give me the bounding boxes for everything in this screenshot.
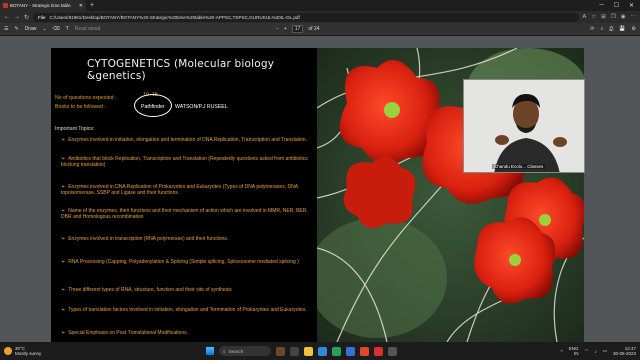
topic-item: ➢ Three different types of RNA, structure… — [61, 287, 232, 293]
book-pathfinder: Pathfinder — [141, 104, 165, 110]
more-icon[interactable]: ⋯ — [631, 14, 637, 20]
search-placeholder: Search — [228, 348, 244, 354]
questions-label: No of questions expected : — [55, 95, 117, 101]
new-tab-button[interactable]: + — [90, 2, 94, 9]
browser-titlebar: BOTANY - Strategic time table ✕ + ─ ☐ ✕ — [0, 0, 640, 11]
topic-text: Special Emphasis on Post Translational M… — [68, 330, 188, 336]
erase-icon[interactable]: ⌫ — [53, 26, 60, 32]
file-explorer-icon[interactable] — [304, 346, 313, 356]
topic-text: Enzymes involved in DNA Replication of P… — [61, 184, 298, 196]
collections-icon[interactable]: ❐ — [611, 14, 616, 20]
slide-text-panel: CYTOGENETICS (Molecular biology &genetic… — [51, 48, 317, 342]
taskbar: 30°C Mostly sunny ⌕ Search ^ ENG IN ◠ ♪ … — [0, 342, 640, 360]
youtube-icon[interactable] — [374, 346, 383, 356]
slide-title: CYTOGENETICS (Molecular biology &genetic… — [87, 58, 275, 82]
language-sub-text: IN — [574, 351, 579, 356]
read-mode-icon[interactable]: A — [583, 14, 587, 20]
profile-icon[interactable]: ◉ — [621, 14, 626, 20]
topic-text: Name of the enzymes, their functions and… — [61, 208, 308, 220]
settings-icon[interactable]: ⚙ — [632, 26, 636, 32]
topic-item: ➢ RNA Processing (Capping, Polyadenylatio… — [61, 259, 299, 265]
pdf-icon — [3, 3, 8, 8]
task-view-icon[interactable] — [290, 346, 299, 356]
topic-text: Antibiotics that block Replication, Tran… — [61, 156, 308, 168]
file-label: File — [38, 14, 46, 20]
chevron-up-icon[interactable]: ^ — [561, 349, 563, 354]
address-bar-row: ← → ↻ File C:/Users/91961/Desktop/BOTANY… — [0, 11, 640, 23]
url-field[interactable]: File C:/Users/91961/Desktop/BOTANY/BOTAN… — [33, 12, 579, 22]
read-aloud-button[interactable]: Read aloud — [75, 26, 101, 32]
widgets-icon[interactable] — [276, 346, 285, 356]
books-label: Books to be followed : — [55, 104, 106, 110]
topics-heading: Important Topics: — [55, 126, 95, 132]
topic-item: ➢ Enzymes involved in DNA Replication of … — [61, 184, 298, 196]
maximize-icon[interactable]: ☐ — [614, 2, 619, 9]
search-icon: ⌕ — [223, 348, 226, 354]
forward-icon[interactable]: → — [14, 14, 20, 20]
pdf-viewer[interactable]: CYTOGENETICS (Molecular biology &genetic… — [0, 36, 640, 342]
refresh-icon[interactable]: ↻ — [24, 14, 29, 21]
sun-icon — [4, 347, 12, 355]
webcam-label: Chandu Ecolo... Classes — [492, 164, 546, 169]
pdf-toolbar: ☰ ✎ Draw ⌄ ⌫ T Read aloud − + 17 of 24 ⟳… — [0, 23, 640, 36]
chevron-down-icon[interactable]: ⌄ — [42, 26, 46, 32]
highlight-icon[interactable]: ✎ — [14, 26, 18, 32]
wifi-icon[interactable]: ◠ — [585, 348, 589, 354]
topic-item: ➢ Special Emphasis on Post Translational … — [61, 330, 188, 336]
topic-item: ➢ Types of translation factors involved i… — [61, 307, 307, 313]
whatsapp-icon[interactable] — [332, 346, 341, 356]
volume-icon[interactable]: ♪ — [594, 349, 596, 354]
edge-icon[interactable] — [318, 346, 327, 356]
settings-app-icon[interactable] — [388, 346, 397, 356]
zoom-in-icon[interactable]: + — [284, 26, 287, 32]
print-icon[interactable]: ⎙ — [609, 26, 613, 32]
tab-title: BOTANY - Strategic time table — [10, 3, 71, 8]
save-icon[interactable]: 💾 — [619, 26, 625, 32]
topic-item: ➢ Name of the enzymes, their functions an… — [61, 208, 308, 220]
url-text: C:/Users/91961/Desktop/BOTANY/BOTANY%20-… — [49, 14, 300, 20]
topic-item: ➢ Enzymes involved in transcription (RNA … — [61, 236, 229, 242]
back-icon[interactable]: ← — [4, 14, 10, 20]
close-tab-icon[interactable]: ✕ — [79, 3, 83, 9]
page-number-input[interactable]: 17 — [291, 25, 304, 33]
topic-text: Three different types of RNA, structure,… — [68, 287, 232, 293]
taskbar-search[interactable]: ⌕ Search — [219, 346, 271, 356]
clock[interactable]: 12:47 30-05-2023 — [613, 346, 636, 356]
book-watson: WATSON/P.J RUSEEL — [175, 104, 228, 110]
zoom-out-icon[interactable]: − — [276, 26, 279, 32]
topic-text: Enzymes involved in transcription (RNA p… — [68, 236, 229, 242]
date-text: 30-05-2023 — [612, 351, 636, 356]
topic-text: Enzymes involved in initiation, elongati… — [68, 137, 307, 143]
search-pdf-icon[interactable]: ⌕ — [600, 26, 603, 32]
draw-button[interactable]: Draw — [25, 26, 37, 32]
minimize-icon[interactable]: ─ — [599, 2, 603, 9]
battery-icon[interactable]: ▭ — [603, 348, 607, 354]
rotate-icon[interactable]: ⟳ — [590, 26, 594, 32]
chrome-icon[interactable] — [360, 346, 369, 356]
topic-text: Types of translation factors involved in… — [68, 307, 307, 313]
topic-item: ➢ Antibiotics that block Replication, Tra… — [61, 156, 308, 168]
page-total: of 24 — [308, 26, 320, 32]
topic-item: ➢ Enzymes involved in initiation, elongat… — [61, 137, 307, 143]
favorite-icon[interactable]: ☆ — [591, 14, 596, 20]
topic-text: RNA Processing (Capping, Polyadenylation… — [68, 259, 299, 265]
webcam-overlay: Chandu Ecolo... Classes — [463, 79, 585, 173]
close-window-icon[interactable]: ✕ — [629, 2, 634, 9]
windows-start-icon[interactable] — [206, 347, 214, 355]
text-icon[interactable]: T — [66, 26, 69, 32]
language-indicator[interactable]: ENG IN — [569, 346, 579, 356]
weather-widget[interactable]: 30°C Mostly sunny — [0, 346, 41, 356]
extensions-icon[interactable]: ⊞ — [601, 14, 606, 20]
browser-tab[interactable]: BOTANY - Strategic time table ✕ — [0, 0, 86, 11]
weather-text: Mostly sunny — [15, 351, 42, 356]
contents-icon[interactable]: ☰ — [4, 26, 8, 32]
store-icon[interactable] — [346, 346, 355, 356]
